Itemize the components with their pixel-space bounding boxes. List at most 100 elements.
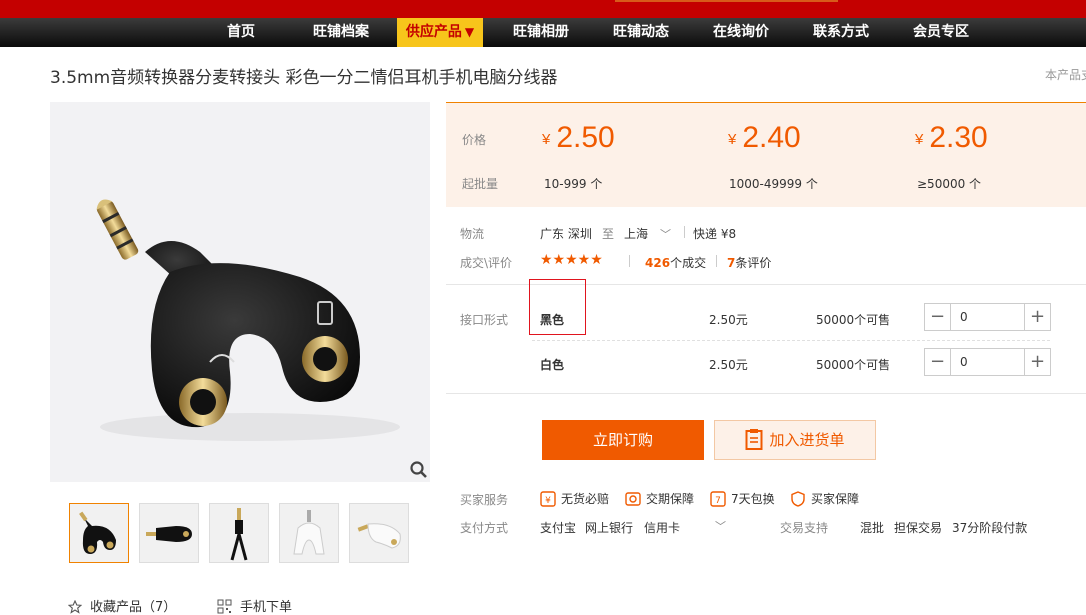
service-item[interactable]: 买家保障 bbox=[790, 490, 859, 507]
reviews-count-link[interactable]: 7条评价 bbox=[727, 254, 771, 271]
currency-symbol: ¥ bbox=[542, 131, 551, 148]
nav-item-album[interactable]: 旺铺相册 bbox=[505, 18, 577, 47]
service-item[interactable]: ¥ 无货必赔 bbox=[540, 490, 609, 507]
shield-icon bbox=[791, 491, 805, 507]
divider bbox=[684, 226, 685, 238]
deals-count-link[interactable]: 426个成交 bbox=[645, 254, 706, 271]
nav-item-contact[interactable]: 联系方式 bbox=[805, 18, 877, 47]
row-divider bbox=[532, 340, 1050, 341]
service-label: 7天包换 bbox=[731, 492, 775, 506]
banner-accent bbox=[615, 0, 838, 2]
reviews-suffix: 条评价 bbox=[735, 256, 772, 270]
service-label: 买家保障 bbox=[811, 492, 860, 506]
quantity-stepper: − + bbox=[924, 303, 1051, 331]
payment-method: 支付宝 bbox=[540, 521, 577, 535]
price-value: 2.50 bbox=[556, 121, 615, 154]
increment-button[interactable]: + bbox=[1024, 349, 1050, 375]
divider bbox=[629, 255, 630, 267]
sku-stock: 50000个可售 bbox=[816, 313, 891, 327]
dropdown-caret-icon: ▼ bbox=[464, 25, 475, 39]
thumbnail-2[interactable] bbox=[139, 503, 199, 563]
service-item[interactable]: 7 7天包换 bbox=[710, 490, 775, 507]
sku-option-white[interactable]: 白色 bbox=[540, 356, 564, 373]
trade-item: 混批 bbox=[860, 521, 885, 535]
qr-code-icon bbox=[217, 599, 232, 614]
services-label: 买家服务 bbox=[460, 493, 509, 507]
payment-expand-chevron-icon[interactable]: ﹀ bbox=[715, 518, 726, 534]
compensation-icon: ¥ bbox=[540, 491, 556, 507]
nav-item-news[interactable]: 旺铺动态 bbox=[605, 18, 677, 47]
price-label: 价格 bbox=[462, 133, 487, 147]
zoom-magnifier-icon[interactable] bbox=[410, 461, 428, 479]
thumbnail-4[interactable] bbox=[279, 503, 339, 563]
add-to-cart-label: 加入进货单 bbox=[769, 431, 845, 449]
product-main-image[interactable] bbox=[50, 102, 430, 482]
ship-from: 广东 深圳 bbox=[540, 227, 592, 241]
thumbnail-5[interactable] bbox=[349, 503, 409, 563]
delivery-guarantee-icon bbox=[625, 492, 641, 506]
qty-tier-1: 10-999 个 bbox=[544, 177, 603, 191]
shipping-fee: 快递 ¥8 bbox=[693, 227, 737, 241]
price-tier-3: ¥2.30 bbox=[915, 121, 988, 155]
thumbnail-3[interactable] bbox=[209, 503, 269, 563]
sku-price: 2.50元 bbox=[709, 313, 748, 327]
favorite-label: 收藏产品（7） bbox=[90, 600, 177, 615]
add-to-cart-button[interactable]: 加入进货单 bbox=[714, 420, 876, 460]
price-value: 2.40 bbox=[742, 121, 801, 154]
nav-item-home[interactable]: 首页 bbox=[205, 18, 277, 47]
main-nav: 首页 旺铺档案 供应产品 ▼ 旺铺相册 旺铺动态 在线询价 联系方式 会员专区 bbox=[0, 18, 1086, 47]
report-link[interactable]: 本产品支 bbox=[1045, 66, 1086, 83]
quantity-input[interactable] bbox=[952, 304, 1023, 330]
svg-text:7: 7 bbox=[715, 496, 721, 506]
service-label: 交期保障 bbox=[646, 492, 695, 506]
trade-item: 担保交易 bbox=[894, 521, 943, 535]
currency-symbol: ¥ bbox=[728, 131, 737, 148]
clipboard-icon bbox=[745, 429, 763, 450]
service-item[interactable]: 交期保障 bbox=[625, 490, 694, 507]
deals-suffix: 个成交 bbox=[670, 256, 707, 270]
exchange-icon: 7 bbox=[710, 491, 726, 507]
favorite-link[interactable]: 收藏产品（7） bbox=[67, 596, 177, 615]
mobile-order-link[interactable]: 手机下单 bbox=[217, 596, 292, 615]
trade-support-label: 交易支持 bbox=[780, 521, 829, 535]
ship-destination-select[interactable]: 上海 ﹀ bbox=[624, 225, 671, 242]
product-title: 3.5mm音频转换器分麦转接头 彩色一分二情侣耳机手机电脑分线器 bbox=[50, 68, 558, 88]
ship-destination: 上海 bbox=[624, 227, 649, 241]
sku-option-black[interactable]: 黑色 bbox=[540, 311, 564, 328]
y-splitter-illustration bbox=[96, 199, 400, 441]
currency-symbol: ¥ bbox=[915, 131, 924, 148]
increment-button[interactable]: + bbox=[1024, 304, 1050, 330]
payment-method: 网上银行 bbox=[585, 521, 634, 535]
sku-stock: 50000个可售 bbox=[816, 358, 891, 372]
buy-now-button[interactable]: 立即订购 bbox=[542, 420, 704, 460]
nav-item-inquiry[interactable]: 在线询价 bbox=[705, 18, 777, 47]
decrement-button[interactable]: − bbox=[925, 349, 951, 375]
divider bbox=[716, 255, 717, 267]
decrement-button[interactable]: − bbox=[925, 304, 951, 330]
nav-item-members[interactable]: 会员专区 bbox=[905, 18, 977, 47]
ship-to-word: 至 bbox=[602, 227, 615, 241]
rating-stars: ★★★★★ bbox=[540, 252, 603, 268]
svg-text:¥: ¥ bbox=[545, 496, 551, 506]
top-banner bbox=[0, 0, 1086, 18]
price-tier-1: ¥2.50 bbox=[542, 121, 615, 155]
logistics-label: 物流 bbox=[460, 227, 485, 241]
sku-label: 接口形式 bbox=[460, 313, 509, 327]
qty-tier-2: 1000-49999 个 bbox=[729, 177, 818, 191]
payment-label: 支付方式 bbox=[460, 521, 509, 535]
reviews-label: 成交\评价 bbox=[460, 256, 513, 270]
nav-item-products-label: 供应产品 bbox=[405, 24, 462, 40]
price-tier-2: ¥2.40 bbox=[728, 121, 801, 155]
service-label: 无货必赔 bbox=[561, 492, 610, 506]
moq-label: 起批量 bbox=[462, 177, 499, 191]
thumbnail-1[interactable] bbox=[69, 503, 129, 563]
quantity-input[interactable] bbox=[952, 349, 1023, 375]
chevron-down-icon: ﹀ bbox=[660, 228, 672, 241]
mobile-order-label: 手机下单 bbox=[240, 600, 293, 615]
nav-item-products[interactable]: 供应产品 ▼ bbox=[397, 18, 483, 47]
star-outline-icon bbox=[67, 599, 83, 614]
payment-method: 信用卡 bbox=[644, 521, 681, 535]
price-value: 2.30 bbox=[929, 121, 988, 154]
sku-price: 2.50元 bbox=[709, 358, 748, 372]
nav-item-profile[interactable]: 旺铺档案 bbox=[305, 18, 377, 47]
